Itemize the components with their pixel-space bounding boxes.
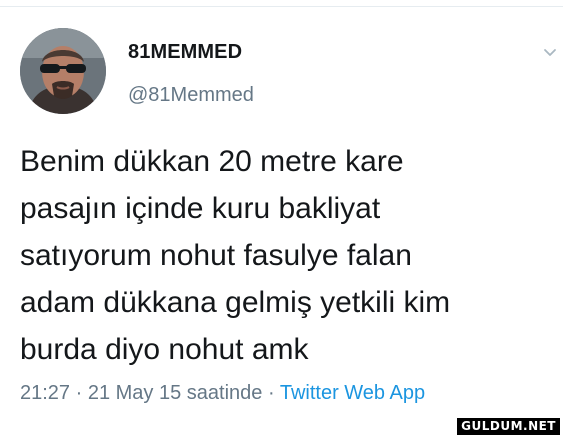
tweet-date[interactable]: 21 May 15 saatinde xyxy=(88,382,263,404)
avatar-photo xyxy=(20,28,106,114)
tweet-time[interactable]: 21:27 xyxy=(20,382,70,404)
tweet-text: Benim dükkan 20 metre kare pasajın içind… xyxy=(20,145,451,366)
meta-separator: · xyxy=(262,382,280,404)
top-divider xyxy=(0,6,563,7)
author-display-name[interactable]: 81MEMMED xyxy=(128,41,242,64)
avatar[interactable] xyxy=(20,28,106,114)
meta-separator: · xyxy=(70,382,88,404)
chevron-down-icon[interactable] xyxy=(543,46,557,60)
author-handle[interactable]: @81Memmed xyxy=(128,84,254,107)
tweet-metadata: 21:27 · 21 May 15 saatinde · Twitter Web… xyxy=(20,382,425,405)
watermark: GULDUM.NET xyxy=(457,418,560,435)
tweet-source-link[interactable]: Twitter Web App xyxy=(280,382,425,404)
